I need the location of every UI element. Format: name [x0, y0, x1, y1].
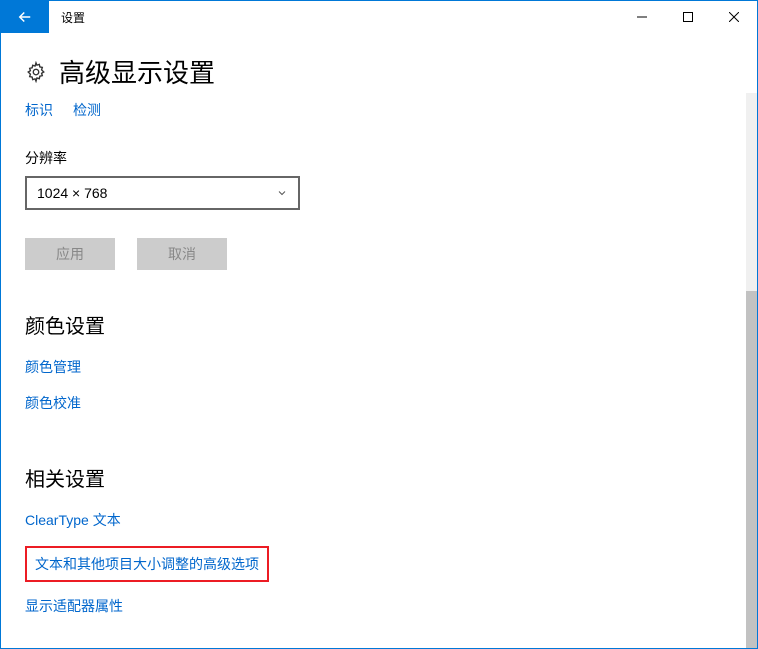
window-controls	[619, 1, 757, 33]
display-adapter-link[interactable]: 显示适配器属性	[25, 596, 733, 616]
text-size-advanced-link[interactable]: 文本和其他项目大小调整的高级选项	[35, 554, 259, 574]
title-bar: 设置	[1, 1, 757, 33]
minimize-button[interactable]	[619, 1, 665, 33]
color-management-link[interactable]: 颜色管理	[25, 357, 733, 377]
gear-icon	[25, 61, 47, 83]
apply-button[interactable]: 应用	[25, 238, 115, 270]
page-header: 高级显示设置	[25, 53, 733, 90]
color-section-title: 颜色设置	[25, 310, 733, 339]
content-area: 高级显示设置 标识 检测 分辨率 1024 × 768 应用 取消 颜色设置 颜…	[1, 33, 757, 648]
minimize-icon	[637, 12, 647, 22]
cancel-button[interactable]: 取消	[137, 238, 227, 270]
close-icon	[729, 12, 739, 22]
detect-link[interactable]: 检测	[73, 100, 101, 120]
resolution-value: 1024 × 768	[37, 185, 107, 201]
cleartype-link[interactable]: ClearType 文本	[25, 510, 733, 530]
identify-link[interactable]: 标识	[25, 100, 53, 120]
chevron-down-icon	[276, 187, 288, 199]
header-link-row: 标识 检测	[25, 100, 733, 120]
button-row: 应用 取消	[25, 238, 733, 270]
back-button[interactable]	[1, 1, 49, 33]
color-calibration-link[interactable]: 颜色校准	[25, 393, 733, 413]
window-title: 设置	[49, 1, 619, 33]
highlighted-option: 文本和其他项目大小调整的高级选项	[25, 546, 269, 582]
scrollbar-thumb[interactable]	[746, 291, 757, 648]
maximize-button[interactable]	[665, 1, 711, 33]
close-button[interactable]	[711, 1, 757, 33]
related-section-title: 相关设置	[25, 463, 733, 492]
maximize-icon	[683, 12, 693, 22]
resolution-label: 分辨率	[25, 148, 733, 168]
page-title: 高级显示设置	[59, 53, 215, 90]
resolution-select[interactable]: 1024 × 768	[25, 176, 300, 210]
arrow-left-icon	[16, 8, 34, 26]
